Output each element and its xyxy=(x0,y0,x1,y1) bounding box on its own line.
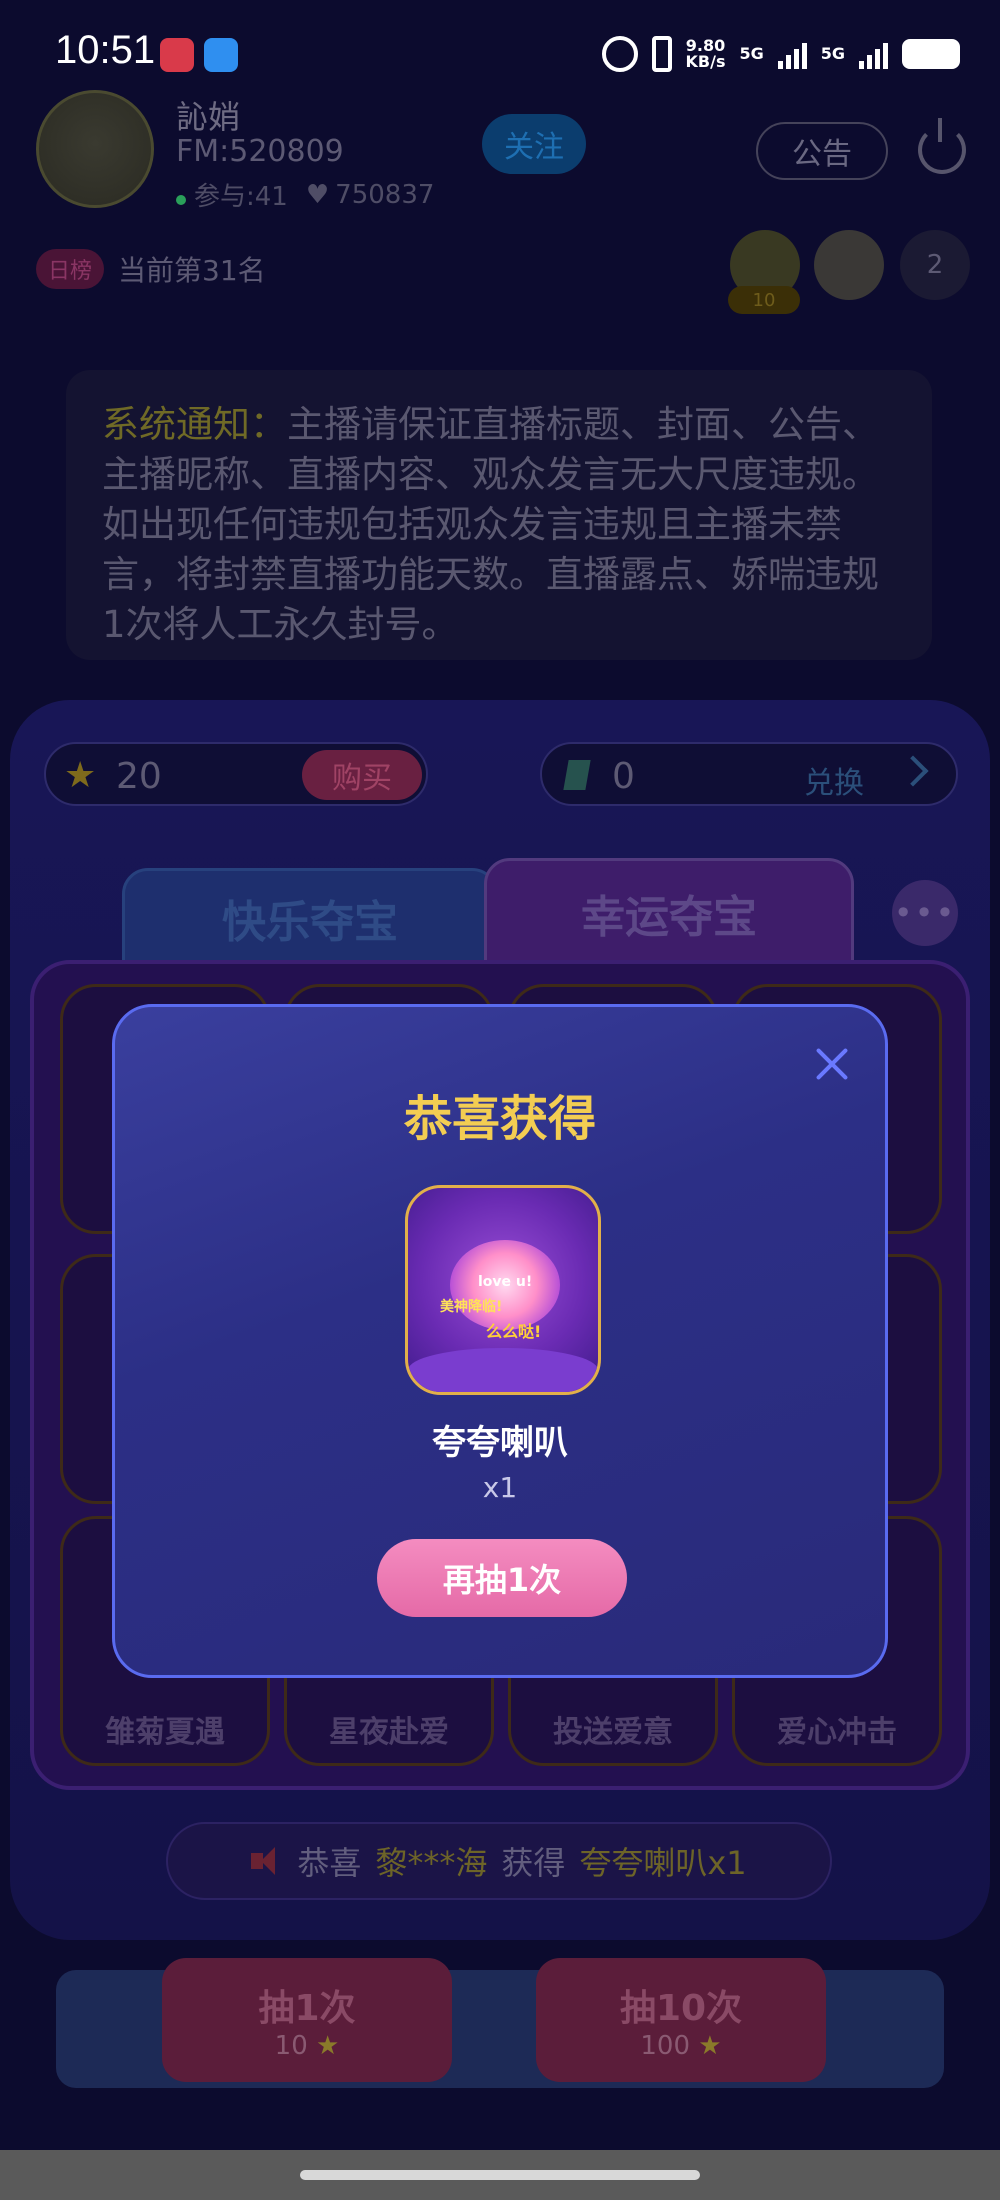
signal-icon xyxy=(859,39,888,69)
close-icon[interactable] xyxy=(815,1047,849,1081)
anchor-stats: 参与:41 ♥ 750837 xyxy=(176,176,434,213)
prize-result-modal: 恭喜获得 love u! 美神降临! 么么哒! 夸夸喇叭 x1 再抽1次 xyxy=(112,1004,888,1678)
rank-tag: 日榜 xyxy=(36,249,105,289)
anchor-name: 訫娋 xyxy=(176,98,241,136)
system-notice-label: 系统通知： xyxy=(102,403,287,446)
tab-lucky-treasure[interactable]: 幸运夺宝 xyxy=(484,858,854,968)
sim2-label: 5G xyxy=(820,44,845,63)
prize-image: love u! 美神降临! 么么哒! xyxy=(405,1185,601,1395)
buy-button[interactable]: 购买 xyxy=(302,750,422,800)
heart-icon: ♥ xyxy=(305,179,330,210)
system-notice: 系统通知：主播请保证直播标题、封面、公告、主播昵称、直播内容、观众发言无大尺度违… xyxy=(66,370,932,660)
app-notification-icon xyxy=(204,38,238,72)
net-speed: 9.80 KB/s xyxy=(685,36,726,71)
battery-icon xyxy=(902,39,960,69)
modal-title: 恭喜获得 xyxy=(403,1091,596,1147)
follow-button[interactable]: 关注 xyxy=(482,114,586,174)
winner-ticker: 恭喜 黎***海 获得 夸夸喇叭x1 xyxy=(166,1822,832,1900)
prize-art-text: 美神降临! xyxy=(440,1299,503,1315)
prize-name: 夸夸喇叭 xyxy=(432,1423,568,1463)
prize-pedestal xyxy=(408,1348,598,1392)
ticker-item: 夸夸喇叭x1 xyxy=(579,1844,747,1882)
chevron-right-icon xyxy=(897,755,929,787)
draw-again-button[interactable]: 再抽1次 xyxy=(377,1539,627,1617)
speaker-icon xyxy=(251,1845,283,1877)
viewer-count[interactable]: 2 xyxy=(900,230,970,300)
star-icon: ★ xyxy=(698,2031,722,2061)
viewer-avatar[interactable] xyxy=(814,230,884,300)
star-icon: ★ xyxy=(64,755,97,796)
prize-art-text: 么么哒! xyxy=(486,1322,542,1341)
sim1-label: 5G xyxy=(739,44,764,63)
signal-icon xyxy=(777,39,807,69)
draw-once-button[interactable]: 抽1次 10 ★ xyxy=(162,1958,452,2082)
prize-cell-label: 星夜赴爱 xyxy=(329,1715,449,1750)
daily-rank[interactable]: 日榜 当前第31名 xyxy=(36,249,266,289)
draw-ten-button[interactable]: 抽10次 100 ★ xyxy=(536,1958,826,2082)
prize-cell-label: 投送爱意 xyxy=(553,1715,673,1750)
more-icon[interactable]: ••• xyxy=(892,880,958,946)
clock: 10:51 xyxy=(55,28,156,72)
prize-cell-label: 爱心冲击 xyxy=(777,1715,897,1750)
online-dot-icon xyxy=(176,195,186,205)
app-notification-icon xyxy=(160,38,194,72)
prize-cell-label: 雏菊夏遇 xyxy=(105,1715,225,1750)
anchor-fm-id: FM:520809 xyxy=(176,134,344,169)
participants: 参与:41 xyxy=(176,176,288,213)
likes: ♥ 750837 xyxy=(305,179,435,210)
gem-balance: 0 xyxy=(612,756,635,797)
exchange-link[interactable]: 兑换 xyxy=(804,758,864,802)
star-icon: ★ xyxy=(316,2031,340,2061)
tab-happy-treasure[interactable]: 快乐夺宝 xyxy=(122,868,498,968)
star-wallet: ★ 20 购买 xyxy=(44,742,428,806)
prize-quantity: x1 xyxy=(482,1471,518,1504)
rank-text: 当前第31名 xyxy=(118,254,266,287)
gem-wallet: 0 兑换 xyxy=(540,742,958,806)
announcement-button[interactable]: 公告 xyxy=(756,122,888,180)
status-icons: 9.80 KB/s 5G 5G xyxy=(601,34,960,74)
anchor-avatar[interactable] xyxy=(36,90,154,208)
prize-art-text: love u! xyxy=(478,1274,533,1290)
ticker-user: 黎***海 xyxy=(375,1844,488,1882)
power-icon[interactable] xyxy=(918,118,966,174)
gem-icon xyxy=(563,760,591,790)
star-balance: 20 xyxy=(116,756,162,797)
alarm-icon xyxy=(601,36,638,72)
viewer-level-badge: 10 xyxy=(728,286,800,314)
home-gesture-handle[interactable] xyxy=(300,2170,700,2180)
room-header: 訫娋 FM:520809 参与:41 ♥ 750837 关注 公告 日榜 当前第3… xyxy=(0,90,1000,314)
vibrate-icon xyxy=(651,36,672,72)
